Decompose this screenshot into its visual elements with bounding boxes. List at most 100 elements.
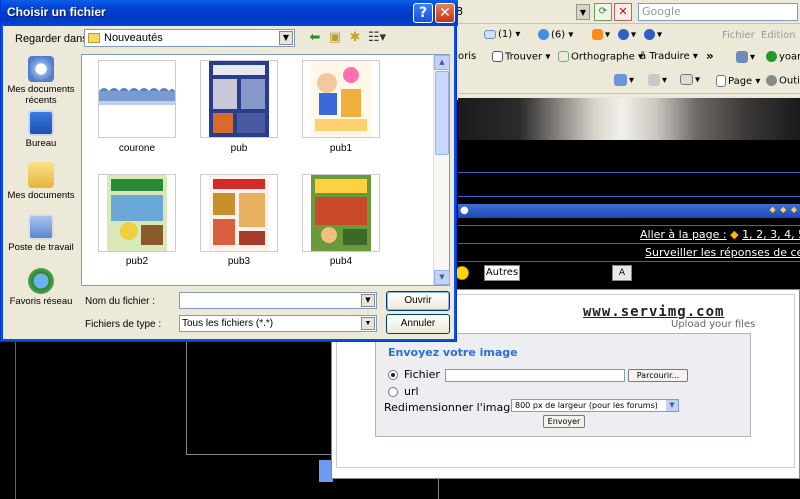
vertical-scrollbar[interactable]: ▲ ▼ [433, 55, 450, 285]
smiley-icon[interactable] [455, 266, 469, 280]
file-thumb-pub[interactable] [200, 60, 278, 138]
upload-form: Envoyez votre image Fichier Parcourir...… [375, 333, 751, 437]
look-in-label: Regarder dans : [15, 33, 94, 45]
help-icon[interactable]: ? [413, 3, 433, 23]
stop-icon[interactable]: ✕ [614, 3, 632, 21]
new-folder-icon[interactable]: ✱ [346, 30, 364, 46]
file-thumb-pub4[interactable] [302, 174, 380, 252]
font-size-button[interactable]: A [612, 265, 632, 281]
file-name[interactable]: pub1 [291, 143, 391, 154]
feeds-button[interactable]: ▾ [648, 74, 667, 86]
place-computer[interactable]: Poste de travail [5, 214, 77, 253]
place-documents[interactable]: Mes documents [5, 162, 77, 201]
wrench-button[interactable]: ▾ [736, 51, 755, 63]
place-label: Favoris réseau [9, 296, 73, 307]
page-menu[interactable]: Page ▾ [716, 75, 760, 87]
file-list: courone pub pub1 pub2 pub3 pub4 ▲ ▼ [81, 54, 450, 286]
orthographe-button[interactable]: Orthographe ▾ [558, 51, 643, 63]
divider [458, 243, 800, 244]
view-menu-icon[interactable]: ☷▾ [366, 30, 388, 46]
file-thumb-courone[interactable] [98, 60, 176, 138]
file-name[interactable]: pub3 [189, 256, 289, 267]
thumbnail [99, 88, 175, 105]
close-icon[interactable]: ✕ [435, 3, 455, 23]
place-label: Bureau [25, 138, 57, 149]
rss-button[interactable]: ▾ [592, 29, 610, 41]
resize-select[interactable]: 800 px de largeur (pour les forums) ▼ [511, 399, 679, 412]
google-toolbar: oris Trouver ▾ Orthographe ▾ ã Traduire … [440, 44, 800, 68]
rss-icon [592, 29, 603, 40]
command-bar: ▾ ▾ ▾ Page ▾ Outi [440, 68, 800, 94]
find-icon [492, 51, 503, 62]
up-folder-icon[interactable]: ▣ [326, 30, 344, 46]
open-button[interactable]: Ouvrir [386, 291, 450, 311]
choose-file-dialog: Choisir un fichier ? ✕ Regarder dans : N… [0, 0, 458, 342]
prev-page-icon[interactable]: ◆ [730, 228, 738, 241]
pagination: Aller à la page : ◆ 1, 2, 3, 4, 5, 6, 7 [640, 228, 800, 241]
menu-edition[interactable]: Edition [761, 30, 796, 41]
file-name[interactable]: pub4 [291, 256, 391, 267]
more-button[interactable]: » [706, 49, 714, 63]
file-thumb-pub1[interactable] [302, 60, 380, 138]
address-dropdown-button[interactable]: ▼ [576, 4, 590, 20]
nav-arrows-icon[interactable]: ◆ ◆ ◆ [769, 205, 798, 214]
chevron-down-icon[interactable]: ▼ [279, 31, 293, 45]
menu-fichier[interactable]: Fichier [722, 30, 755, 41]
tools-menu[interactable]: Outi [766, 75, 800, 87]
computer-icon [28, 214, 54, 240]
filename-input[interactable]: ▼ [179, 292, 377, 309]
chevron-down-icon[interactable]: ▼ [361, 317, 375, 330]
favoris-button[interactable]: oris [458, 51, 476, 62]
divider [458, 261, 800, 262]
browse-button[interactable]: Parcourir... [628, 369, 688, 382]
file-name[interactable]: courone [87, 143, 187, 154]
cancel-button[interactable]: Annuler [386, 314, 450, 334]
file-path-input[interactable] [445, 369, 625, 382]
goto-page-label[interactable]: Aller à la page : [640, 228, 727, 241]
divider [15, 342, 16, 499]
fichier-radio[interactable] [388, 370, 398, 380]
print-icon [680, 74, 693, 85]
header-image [458, 98, 800, 140]
file-name[interactable]: pub [189, 143, 289, 154]
print-button[interactable]: ▾ [680, 74, 700, 86]
url-radio[interactable] [388, 387, 398, 397]
page-links[interactable]: 1, 2, 3, 4, 5, 6, 7 [742, 228, 800, 241]
file-thumb-pub2[interactable] [98, 174, 176, 252]
email-button[interactable]: (1) ▾ [484, 29, 520, 40]
back-icon[interactable]: ⬅ [306, 30, 324, 46]
user-button[interactable]: yoan [766, 51, 800, 63]
dialog-titlebar[interactable]: Choisir un fichier ? ✕ [1, 0, 458, 26]
radio-button[interactable]: ▾ [618, 29, 636, 41]
desktop-icon [28, 110, 54, 136]
help-button[interactable]: ▾ [644, 29, 662, 41]
home-button[interactable]: ▾ [614, 74, 634, 86]
send-button[interactable]: Envoyer [543, 415, 585, 428]
divider [186, 454, 332, 455]
traduire-button[interactable]: ã Traduire ▾ [640, 51, 698, 62]
chevron-down-icon[interactable]: ▼ [666, 400, 678, 411]
place-label: Mes documents [7, 190, 75, 201]
user-status-icon [766, 51, 777, 62]
resize-value: 800 px de largeur (pour les forums) [515, 401, 658, 410]
watch-topic-link[interactable]: Surveiller les réponses de ce sujet [645, 246, 800, 259]
servimg-tagline: Upload your files [671, 319, 756, 330]
place-network[interactable]: Favoris réseau [5, 268, 77, 307]
file-name[interactable]: pub2 [87, 256, 187, 267]
wrench-icon [736, 51, 748, 63]
contacts-button[interactable]: (6) ▾ [538, 29, 573, 41]
autres-button[interactable]: Autres [484, 265, 520, 281]
trouver-button[interactable]: Trouver ▾ [492, 51, 550, 63]
divider [438, 478, 439, 499]
search-input[interactable]: Google [638, 3, 798, 21]
look-in-select[interactable]: Nouveautés ▼ [84, 29, 295, 47]
file-thumb-pub3[interactable] [200, 174, 278, 252]
place-desktop[interactable]: Bureau [5, 110, 77, 149]
scroll-up-icon[interactable]: ▲ [434, 55, 450, 70]
place-recent[interactable]: Mes documents récents [5, 56, 77, 106]
refresh-icon[interactable]: ⟳ [594, 3, 612, 21]
scroll-thumb[interactable] [435, 71, 449, 155]
chevron-down-icon[interactable]: ▼ [361, 294, 375, 307]
filetype-select[interactable]: Tous les fichiers (*.*) ▼ [179, 315, 377, 332]
scroll-down-icon[interactable]: ▼ [434, 270, 450, 285]
